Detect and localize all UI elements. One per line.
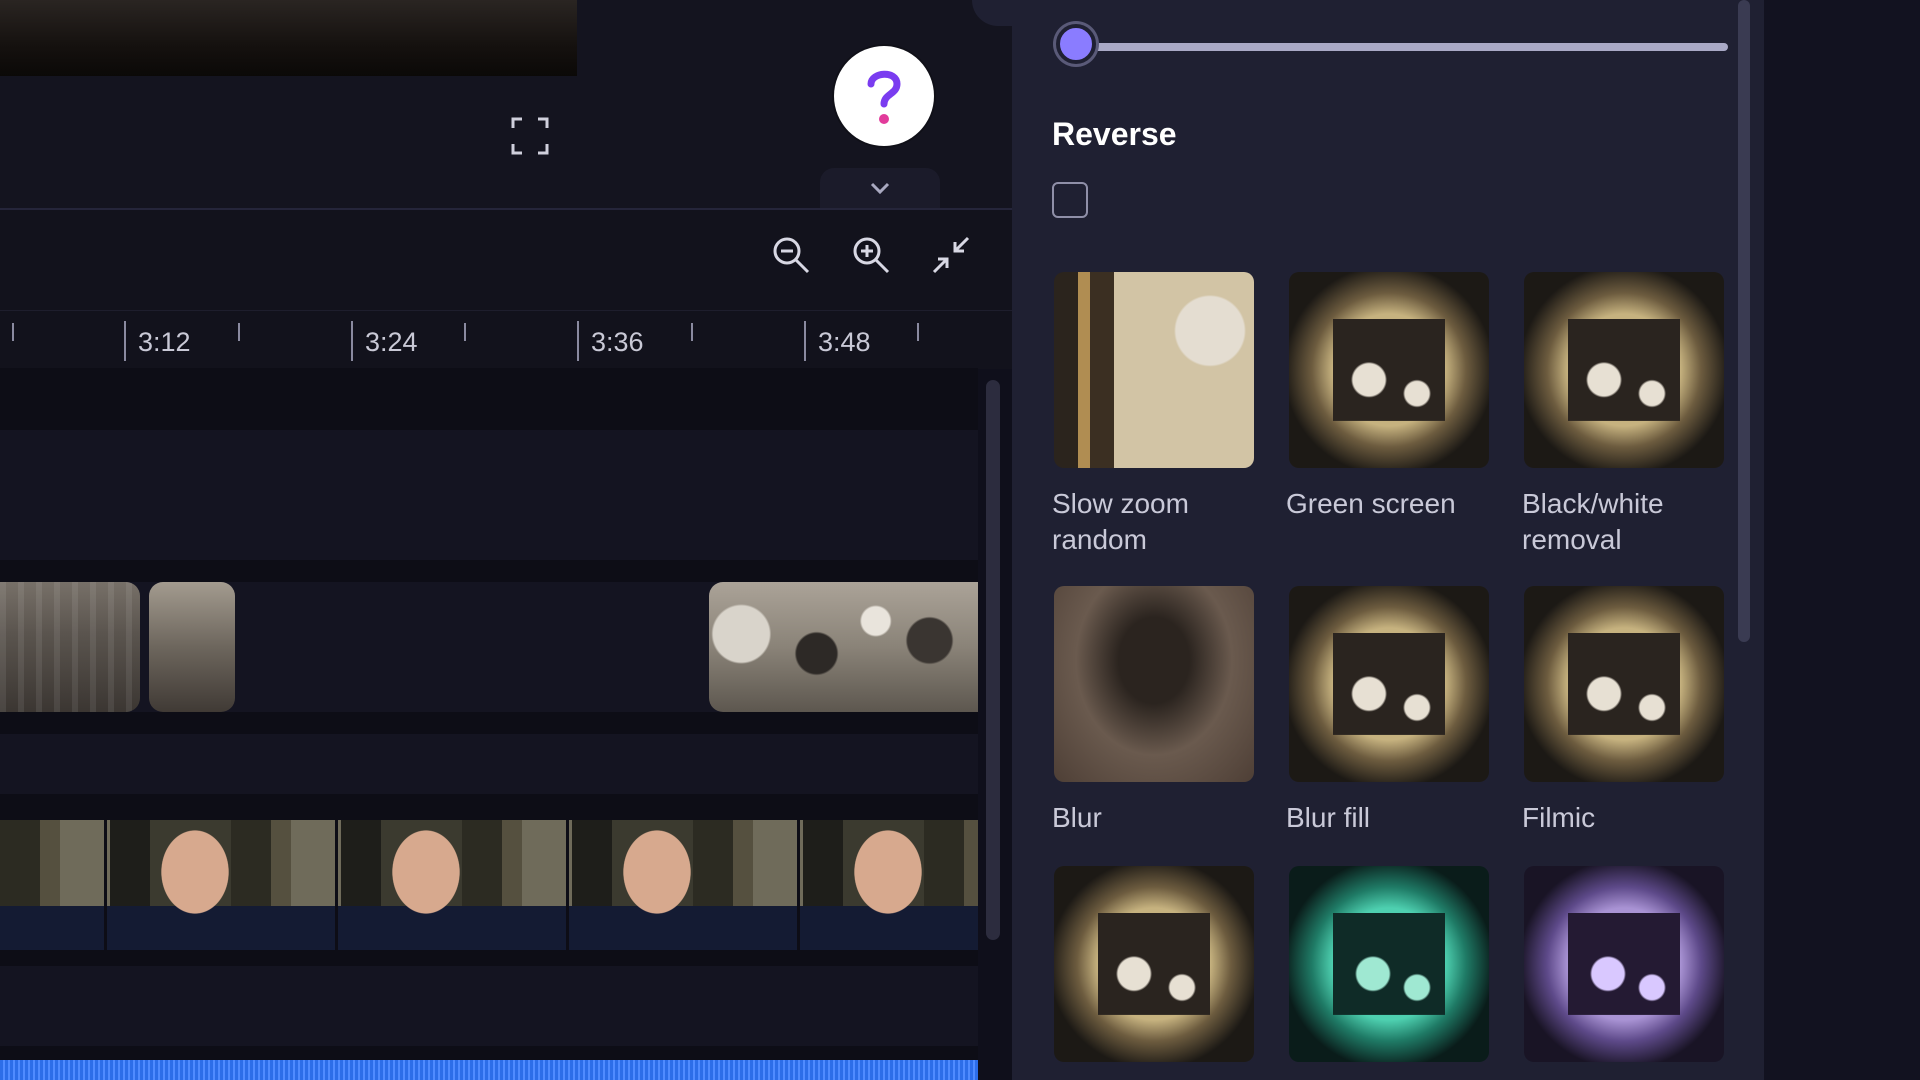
fullscreen-button[interactable] xyxy=(510,116,550,156)
preview-area xyxy=(0,0,1012,208)
ruler-tick xyxy=(238,323,240,341)
effect-thumbnail[interactable] xyxy=(1054,866,1254,1062)
frame-divider xyxy=(566,820,569,950)
ruler-label: 3:48 xyxy=(818,327,871,357)
ruler-tick xyxy=(577,321,579,361)
zoom-out-button[interactable] xyxy=(770,234,812,276)
fit-timeline-button[interactable] xyxy=(930,234,972,276)
effect-thumbnail-green-screen[interactable] xyxy=(1289,272,1489,468)
effect-label: Slow zoom random xyxy=(1052,488,1189,555)
effect-thumbnail-bw-removal[interactable] xyxy=(1524,272,1724,468)
ruler-tick xyxy=(12,323,14,341)
ruler-label: 3:24 xyxy=(365,327,418,357)
reverse-title: Reverse xyxy=(1052,116,1177,152)
question-mark-icon xyxy=(867,70,901,124)
timeline-ruler[interactable]: 3:12 3:24 3:36 3:48 xyxy=(0,310,1012,369)
track-lane xyxy=(0,966,978,1046)
slider-thumb[interactable] xyxy=(1056,24,1096,64)
fullscreen-icon xyxy=(511,117,549,155)
effect-label: Filmic xyxy=(1522,802,1596,833)
frame-divider xyxy=(335,820,338,950)
effect-thumbnail[interactable] xyxy=(1289,866,1489,1062)
ruler-tick xyxy=(917,323,919,341)
photo-clip[interactable] xyxy=(709,582,978,712)
photo-clip[interactable] xyxy=(149,582,235,712)
zoom-in-icon xyxy=(853,237,890,274)
right-background xyxy=(1764,0,1920,1080)
panel-scrollbar[interactable] xyxy=(1738,0,1750,642)
ruler-tick xyxy=(124,321,126,361)
track-lane xyxy=(0,734,978,794)
timeline-tracks xyxy=(0,368,978,1080)
ruler-tick xyxy=(804,321,806,361)
slider-track[interactable] xyxy=(1080,43,1728,51)
ruler-tick xyxy=(464,323,466,341)
ruler-label: 3:12 xyxy=(138,327,191,357)
help-button[interactable] xyxy=(834,46,934,146)
collapse-preview-button[interactable] xyxy=(820,168,940,208)
timeline-scrollbar[interactable] xyxy=(986,380,1000,940)
effect-thumbnail-blur-fill[interactable] xyxy=(1289,586,1489,782)
zoom-in-button[interactable] xyxy=(850,234,892,276)
effect-thumbnail-slow-zoom[interactable] xyxy=(1054,272,1254,468)
collapse-arrows-icon xyxy=(932,236,970,274)
video-preview xyxy=(0,0,577,76)
audio-waveform[interactable] xyxy=(0,1060,978,1080)
effect-thumbnail-filmic[interactable] xyxy=(1524,586,1724,782)
track-lane xyxy=(0,430,978,560)
ruler-tick xyxy=(691,323,693,341)
video-clip[interactable] xyxy=(0,820,978,950)
ruler-tick xyxy=(351,321,353,361)
reverse-checkbox[interactable] xyxy=(1052,182,1088,218)
effect-label: Blur xyxy=(1052,802,1102,833)
effect-label: Green screen xyxy=(1286,488,1456,519)
effect-label: Black/white removal xyxy=(1522,488,1664,555)
photo-clip[interactable] xyxy=(0,582,140,712)
effect-label: Blur fill xyxy=(1286,802,1371,833)
chevron-down-icon xyxy=(870,182,890,195)
frame-divider xyxy=(797,820,800,950)
zoom-out-icon xyxy=(773,237,810,274)
effect-thumbnail[interactable] xyxy=(1524,866,1724,1062)
effect-thumbnail-blur[interactable] xyxy=(1054,586,1254,782)
frame-divider xyxy=(104,820,107,950)
ruler-label: 3:36 xyxy=(591,327,644,357)
